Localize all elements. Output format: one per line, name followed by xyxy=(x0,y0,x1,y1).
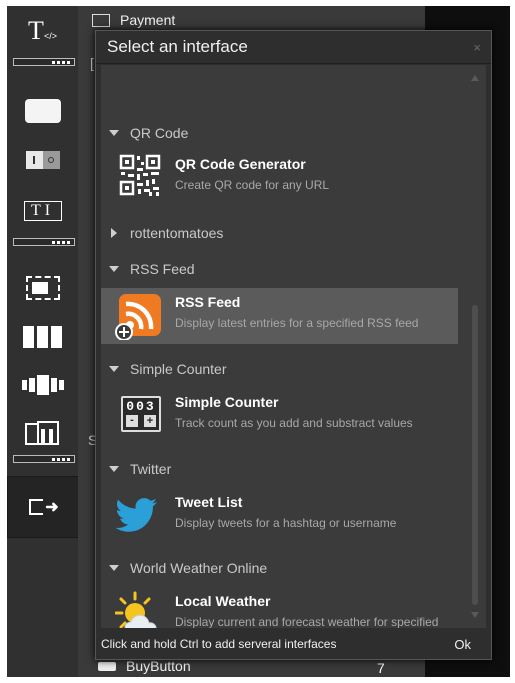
counter-icon: 003 - + xyxy=(115,392,163,440)
item-name: Tweet List xyxy=(175,494,243,510)
tool-export[interactable]: ➜ xyxy=(7,476,81,538)
rss-feed-icon xyxy=(115,292,163,341)
chevron-right-icon xyxy=(111,228,117,238)
scrollbar-thumb[interactable] xyxy=(472,305,478,605)
toolbox-separator xyxy=(13,455,75,463)
text-code-icon: T</> xyxy=(28,16,57,45)
obscured-text: [ xyxy=(90,55,94,71)
ok-button[interactable]: Ok xyxy=(454,637,471,652)
item-simple-counter[interactable]: 003 - + Simple Counter Track count as yo… xyxy=(101,388,458,444)
chevron-down-icon xyxy=(109,266,119,272)
group-rss-feed[interactable]: RSS Feed xyxy=(101,257,195,281)
item-name: Simple Counter xyxy=(175,394,279,410)
frame-icon xyxy=(25,276,60,300)
scroll-down-icon[interactable] xyxy=(471,612,479,618)
tool-text-code[interactable]: T</> xyxy=(7,14,78,48)
tool-toggle[interactable] xyxy=(7,149,78,171)
payment-icon xyxy=(92,13,110,27)
select-interface-dialog: Select an interface × QR Code QR Code Ge… xyxy=(95,30,492,660)
qr-code-icon xyxy=(115,154,163,202)
dialog-footer: Click and hold Ctrl to add serveral inte… xyxy=(96,629,491,659)
dialog-title: Select an interface xyxy=(107,37,248,56)
scroll-up-icon[interactable] xyxy=(471,75,479,81)
dialog-header: Select an interface × xyxy=(96,31,491,64)
group-twitter[interactable]: Twitter xyxy=(101,457,171,481)
button-icon xyxy=(24,99,61,123)
toolbox-separator xyxy=(13,58,75,66)
item-name: Local Weather xyxy=(175,593,271,609)
chevron-down-icon xyxy=(109,565,119,571)
tool-tabs[interactable] xyxy=(7,420,78,448)
item-description: Display latest entries for a specified R… xyxy=(175,316,419,330)
counter-digits: 003 xyxy=(126,399,156,414)
tool-text-input[interactable]: TI xyxy=(7,198,78,224)
item-tweet-list[interactable]: Tweet List Display tweets for a hashtag … xyxy=(101,488,458,544)
item-local-weather[interactable]: Local Weather Display current and foreca… xyxy=(101,587,458,628)
twitter-bird-icon xyxy=(115,492,163,540)
tabs-icon xyxy=(24,421,61,447)
item-description: Create QR code for any URL xyxy=(175,178,330,192)
tool-frame[interactable] xyxy=(7,274,78,302)
item-rss-feed[interactable]: RSS Feed Display latest entries for a sp… xyxy=(101,288,458,344)
item-description: Display tweets for a hashtag or username xyxy=(175,516,397,530)
item-description: Display current and forecast weather for… xyxy=(175,615,439,628)
weather-sun-cloud-icon xyxy=(114,591,163,628)
slider-icon xyxy=(21,375,64,395)
export-icon: ➜ xyxy=(29,497,59,517)
item-description: Track count as you add and substract val… xyxy=(175,416,413,430)
item-qr-code-generator[interactable]: QR Code Generator Create QR code for any… xyxy=(101,150,458,206)
tool-slider[interactable] xyxy=(7,372,78,398)
text-input-icon: TI xyxy=(23,201,62,221)
buybutton-item[interactable]: BuyButton xyxy=(98,658,191,674)
item-name: QR Code Generator xyxy=(175,156,306,172)
buybutton-count: 7 xyxy=(377,660,385,676)
tool-columns[interactable] xyxy=(7,324,78,350)
group-rottentomatoes[interactable]: rottentomatoes xyxy=(101,221,223,245)
columns-icon xyxy=(23,326,62,348)
toolbox: T</> TI ➜ xyxy=(7,6,81,677)
interface-list[interactable]: QR Code QR Code Generator Create QR code… xyxy=(101,65,486,628)
tool-button[interactable] xyxy=(7,98,78,124)
button-icon xyxy=(98,661,116,671)
toolbox-separator xyxy=(13,238,75,246)
close-icon[interactable]: × xyxy=(473,40,481,55)
toggle-icon xyxy=(25,151,60,169)
group-simple-counter[interactable]: Simple Counter xyxy=(101,357,227,381)
chevron-down-icon xyxy=(109,130,119,136)
payment-item[interactable]: Payment xyxy=(92,12,175,28)
footer-hint: Click and hold Ctrl to add serveral inte… xyxy=(101,637,337,651)
group-world-weather-online[interactable]: World Weather Online xyxy=(101,556,267,580)
chevron-down-icon xyxy=(109,466,119,472)
chevron-down-icon xyxy=(109,366,119,372)
item-name: RSS Feed xyxy=(175,294,241,310)
group-qr-code[interactable]: QR Code xyxy=(101,121,188,145)
